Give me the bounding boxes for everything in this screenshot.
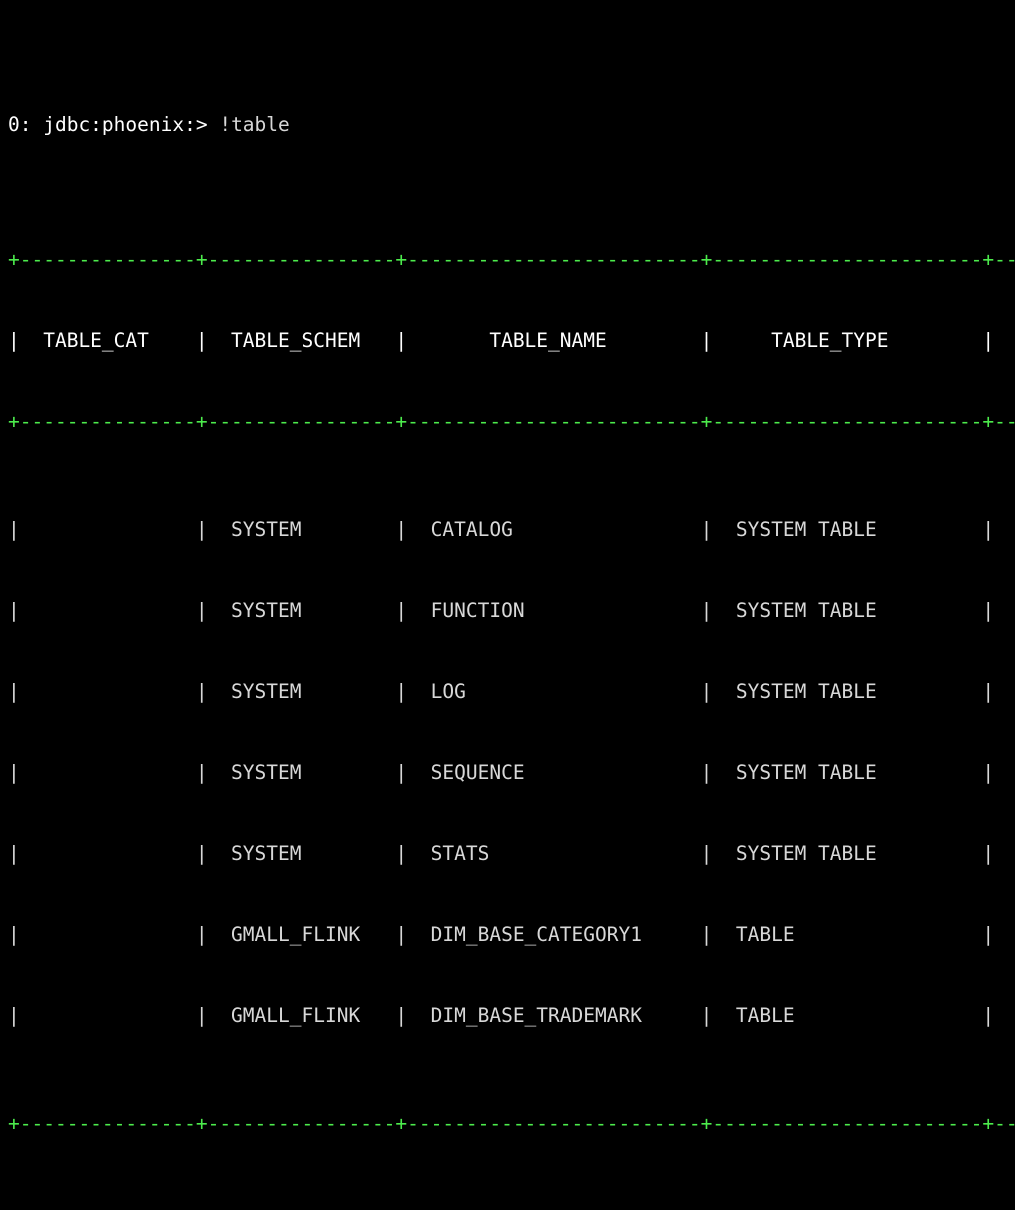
table-row: | | SYSTEM | LOG | SYSTEM TABLE | | bbox=[8, 680, 995, 703]
command-1-text: !table bbox=[219, 113, 290, 136]
table-row: | | SYSTEM | FUNCTION | SYSTEM TABLE | | bbox=[8, 599, 995, 622]
command-line-1: 0: jdbc:phoenix:> !table bbox=[8, 111, 1015, 138]
metadata-header-row: | TABLE_CAT | TABLE_SCHEM | TABLE_NAME |… bbox=[8, 329, 995, 352]
metadata-rule-header: +---------------+----------------+------… bbox=[8, 410, 1015, 433]
table-row: | | SYSTEM | SEQUENCE | SYSTEM TABLE | | bbox=[8, 761, 995, 784]
prompt-1: 0: jdbc:phoenix:> bbox=[8, 113, 220, 136]
table-row: | | GMALL_FLINK | DIM_BASE_TRADEMARK | T… bbox=[8, 1004, 995, 1027]
table-row: | | GMALL_FLINK | DIM_BASE_CATEGORY1 | T… bbox=[8, 923, 995, 946]
metadata-rule-top: +---------------+----------------+------… bbox=[8, 248, 1015, 271]
table-row: | | SYSTEM | STATS | SYSTEM TABLE | | bbox=[8, 842, 995, 865]
table-row: | | SYSTEM | CATALOG | SYSTEM TABLE | | bbox=[8, 518, 995, 541]
metadata-rule-bottom: +---------------+----------------+------… bbox=[8, 1112, 1015, 1135]
terminal-window[interactable]: 0: jdbc:phoenix:> !table +--------------… bbox=[0, 0, 1015, 1135]
terminal-screen: 0: jdbc:phoenix:> !table +--------------… bbox=[8, 3, 1015, 1210]
